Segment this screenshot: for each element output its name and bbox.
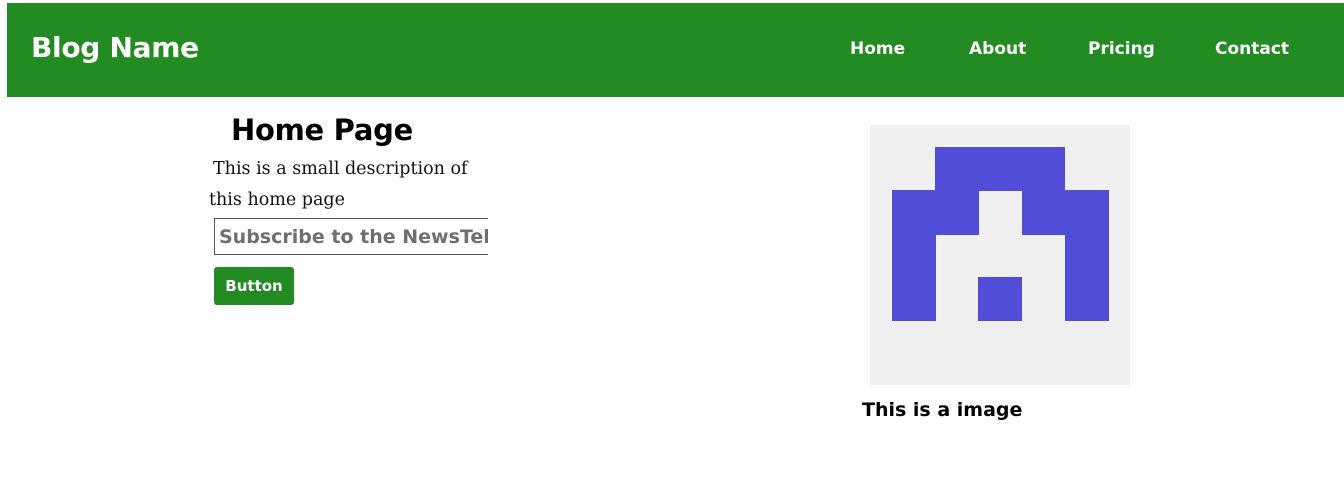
image-caption: This is a image [862, 399, 1023, 421]
nav-link-home[interactable]: Home [850, 39, 905, 59]
site-header: Blog Name Home About Pricing Contact [7, 3, 1344, 97]
nav-link-contact[interactable]: Contact [1215, 39, 1289, 59]
newsletter-subscribe-input[interactable] [214, 218, 488, 255]
nav-link-pricing[interactable]: Pricing [1088, 39, 1155, 59]
subscribe-button[interactable]: Button [214, 267, 294, 305]
blog-name-logo[interactable]: Blog Name [31, 31, 199, 64]
identicon-image [870, 125, 1130, 385]
identicon-graphic [892, 147, 1109, 321]
page-title: Home Page [231, 113, 413, 147]
page-description: This is a small description of this home… [209, 159, 468, 210]
nav-link-about[interactable]: About [969, 39, 1026, 59]
